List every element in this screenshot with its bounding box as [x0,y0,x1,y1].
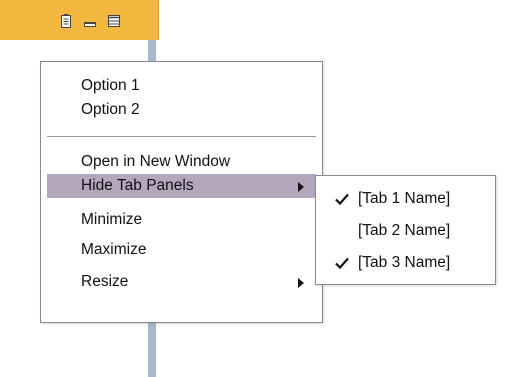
menu-item-option-2[interactable]: Option 2 [47,98,316,122]
menu-item-resize[interactable]: Resize [47,270,316,294]
panel-header [0,0,159,40]
menu-item-maximize[interactable]: Maximize [47,238,316,262]
context-menu: Option 1 Option 2 Open in New Window Hid… [40,61,323,323]
menu-item-hide-tab-panels[interactable]: Hide Tab Panels [47,174,316,198]
checkmark-icon [335,257,349,269]
menu-item-option-1[interactable]: Option 1 [47,74,316,98]
submenu-item-tab-2[interactable]: [Tab 2 Name] [316,217,495,245]
menu-item-label: Open in New Window [81,153,231,170]
submenu-item-label: [Tab 2 Name] [358,222,451,239]
hide-tab-panels-submenu: [Tab 1 Name] [Tab 2 Name] [Tab 3 Name] [315,175,496,285]
checkmark-icon [335,193,349,205]
submenu-arrow-icon [298,278,304,288]
menu-item-label: Hide Tab Panels [81,177,194,194]
header-icons [58,13,122,29]
minimize-icon[interactable] [82,13,98,29]
menu-item-open-new-window[interactable]: Open in New Window [47,150,316,174]
submenu-item-tab-1[interactable]: [Tab 1 Name] [316,185,495,213]
document-icon[interactable] [58,13,74,29]
submenu-arrow-icon [298,182,304,192]
submenu-item-label: [Tab 1 Name] [358,190,451,207]
menu-separator [47,136,316,137]
menu-item-minimize[interactable]: Minimize [47,208,316,232]
menu-item-label: Resize [81,273,129,290]
submenu-item-tab-3[interactable]: [Tab 3 Name] [316,249,495,277]
submenu-item-label: [Tab 3 Name] [358,254,451,271]
menu-item-label: Minimize [81,211,143,228]
menu-item-label: Option 2 [81,101,140,118]
menu-item-label: Maximize [81,241,147,258]
maximize-icon[interactable] [106,13,122,29]
stage: Option 1 Option 2 Open in New Window Hid… [0,0,521,377]
menu-item-label: Option 1 [81,77,140,94]
